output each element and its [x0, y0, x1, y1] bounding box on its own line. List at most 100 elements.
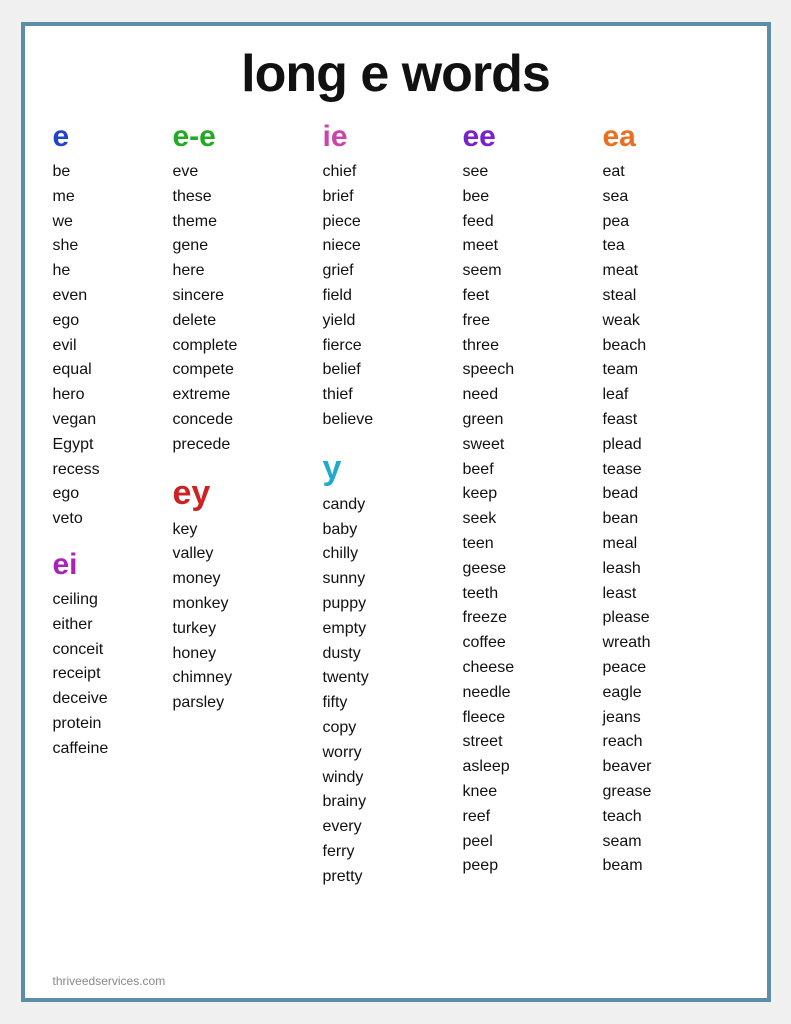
list-item: ego — [53, 482, 163, 507]
list-item: brainy — [323, 790, 453, 815]
list-item: leaf — [603, 383, 733, 408]
list-item: eat — [603, 160, 733, 185]
list-item: please — [603, 606, 733, 631]
list-item: complete — [173, 334, 313, 359]
list-item: reef — [463, 805, 593, 830]
page-title: long e words — [53, 44, 739, 104]
list-item: ferry — [323, 840, 453, 865]
list-item: fierce — [323, 334, 453, 359]
col-y-section: y candybabychillysunnypuppyemptydustytwe… — [323, 451, 453, 890]
list-item: puppy — [323, 592, 453, 617]
col-ey-words: keyvalleymoneymonkeyturkeyhoneychimneypa… — [173, 518, 313, 716]
list-item: beaver — [603, 755, 733, 780]
list-item: believe — [323, 408, 453, 433]
col-e-words: bemewesheheevenegoevilequalheroveganEgyp… — [53, 160, 163, 532]
list-item: monkey — [173, 592, 313, 617]
list-item: peace — [603, 656, 733, 681]
list-item: team — [603, 358, 733, 383]
list-item: leash — [603, 557, 733, 582]
list-item: me — [53, 185, 163, 210]
list-item: tease — [603, 458, 733, 483]
col-e-e-words: evethesethemegeneheresinceredeletecomple… — [173, 160, 313, 458]
list-item: bean — [603, 507, 733, 532]
list-item: beef — [463, 458, 593, 483]
list-item: honey — [173, 642, 313, 667]
list-item: peel — [463, 830, 593, 855]
list-item: beam — [603, 854, 733, 879]
col-e-e-header: e-e — [173, 122, 313, 152]
col-ie-words: chiefbriefpieceniecegrieffieldyieldfierc… — [323, 160, 453, 433]
list-item: protein — [53, 712, 163, 737]
col-ei-section: ei ceilingeitherconceitreceiptdeceivepro… — [53, 550, 163, 762]
list-item: compete — [173, 358, 313, 383]
list-item: fifty — [323, 691, 453, 716]
list-item: steal — [603, 284, 733, 309]
list-item: extreme — [173, 383, 313, 408]
list-item: pretty — [323, 865, 453, 890]
list-item: meat — [603, 259, 733, 284]
list-item: free — [463, 309, 593, 334]
list-item: tea — [603, 234, 733, 259]
col-ey-header: ey — [173, 476, 313, 510]
col-ee-header: ee — [463, 122, 593, 152]
list-item: precede — [173, 433, 313, 458]
list-item: caffeine — [53, 737, 163, 762]
list-item: niece — [323, 234, 453, 259]
list-item: we — [53, 210, 163, 235]
list-item: sea — [603, 185, 733, 210]
list-item: these — [173, 185, 313, 210]
list-item: sweet — [463, 433, 593, 458]
list-item: Egypt — [53, 433, 163, 458]
list-item: wreath — [603, 631, 733, 656]
list-item: chilly — [323, 542, 453, 567]
list-item: need — [463, 383, 593, 408]
list-item: even — [53, 284, 163, 309]
list-item: turkey — [173, 617, 313, 642]
col-y-header: y — [323, 451, 453, 485]
list-item: key — [173, 518, 313, 543]
list-item: parsley — [173, 691, 313, 716]
list-item: brief — [323, 185, 453, 210]
list-item: thief — [323, 383, 453, 408]
list-item: chief — [323, 160, 453, 185]
list-item: cheese — [463, 656, 593, 681]
column-e-e: e-e evethesethemegeneheresinceredeleteco… — [173, 122, 313, 716]
list-item: eve — [173, 160, 313, 185]
column-ea: ea eatseapeateameatstealweakbeachteamlea… — [603, 122, 733, 879]
col-e-header: e — [53, 122, 163, 152]
list-item: field — [323, 284, 453, 309]
footer-text: thriveedservices.com — [53, 974, 166, 988]
list-item: conceit — [53, 638, 163, 663]
list-item: either — [53, 613, 163, 638]
list-item: deceive — [53, 687, 163, 712]
list-item: needle — [463, 681, 593, 706]
list-item: hero — [53, 383, 163, 408]
col-ee-words: seebeefeedmeetseemfeetfreethreespeechnee… — [463, 160, 593, 879]
list-item: reach — [603, 730, 733, 755]
list-item: meal — [603, 532, 733, 557]
list-item: bee — [463, 185, 593, 210]
list-item: sunny — [323, 567, 453, 592]
list-item: least — [603, 582, 733, 607]
column-ee: ee seebeefeedmeetseemfeetfreethreespeech… — [463, 122, 593, 879]
list-item: veto — [53, 507, 163, 532]
col-ei-words: ceilingeitherconceitreceiptdeceiveprotei… — [53, 588, 163, 762]
list-item: fleece — [463, 706, 593, 731]
list-item: peep — [463, 854, 593, 879]
list-item: speech — [463, 358, 593, 383]
list-item: receipt — [53, 662, 163, 687]
col-ei-header: ei — [53, 550, 163, 580]
list-item: coffee — [463, 631, 593, 656]
list-item: she — [53, 234, 163, 259]
list-item: chimney — [173, 666, 313, 691]
list-item: geese — [463, 557, 593, 582]
list-item: baby — [323, 518, 453, 543]
list-item: feed — [463, 210, 593, 235]
list-item: theme — [173, 210, 313, 235]
list-item: plead — [603, 433, 733, 458]
list-item: street — [463, 730, 593, 755]
list-item: recess — [53, 458, 163, 483]
list-item: ego — [53, 309, 163, 334]
list-item: evil — [53, 334, 163, 359]
column-e: e bemewesheheevenegoevilequalheroveganEg… — [53, 122, 163, 762]
